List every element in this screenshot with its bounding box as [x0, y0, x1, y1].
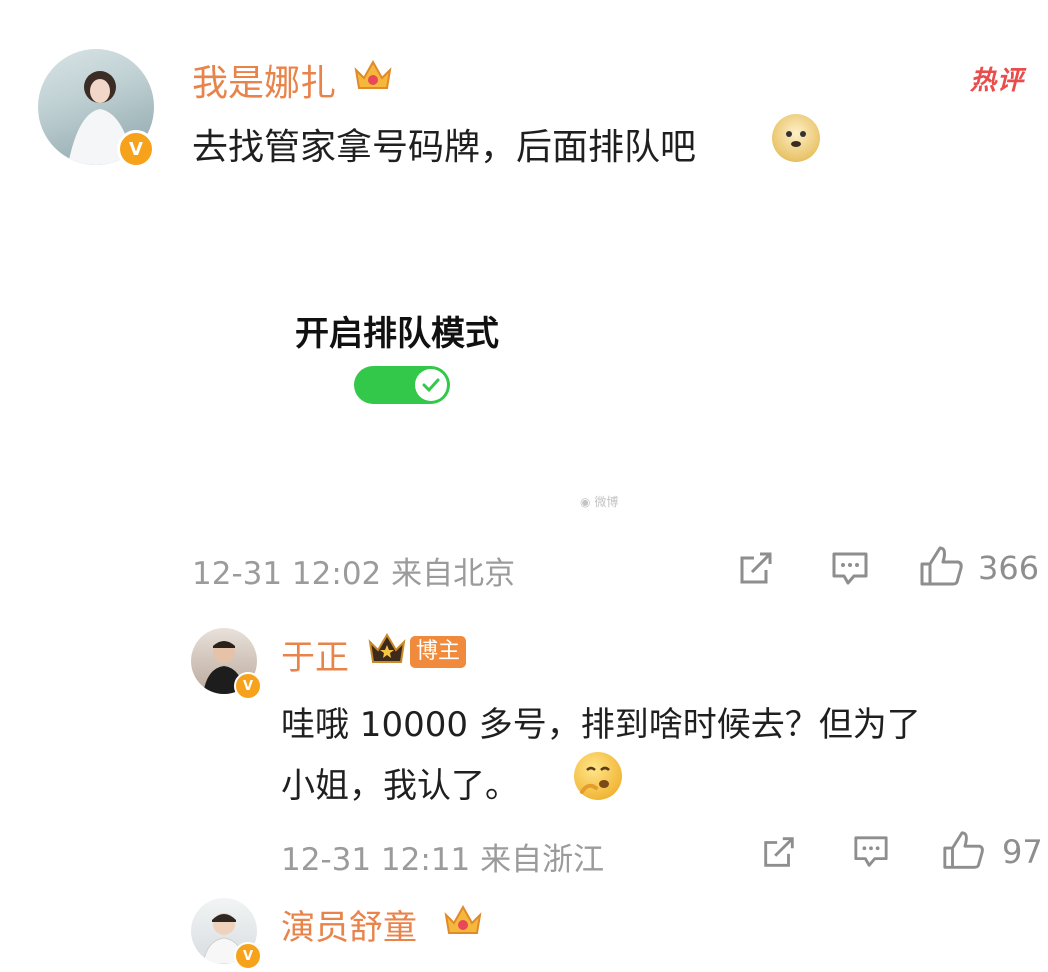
- crown-badge-icon: [354, 59, 392, 89]
- verified-badge-icon: V: [234, 942, 262, 970]
- reply-icon[interactable]: [852, 834, 890, 870]
- like-icon[interactable]: [941, 828, 987, 872]
- share-icon[interactable]: [736, 548, 776, 588]
- blogger-badge: 博主: [410, 636, 467, 668]
- toggle-knob: [415, 369, 447, 401]
- comment-username[interactable]: 我是娜扎: [192, 54, 336, 106]
- comment-text: 去找管家拿号码牌，后面排队吧: [192, 127, 697, 168]
- reply-username[interactable]: 演员舒童: [281, 900, 417, 949]
- share-icon[interactable]: [760, 833, 798, 871]
- crown-star-icon: [368, 633, 406, 663]
- reply-like-count: 97: [1002, 833, 1043, 871]
- verified-badge-icon: V: [117, 130, 155, 168]
- weibo-watermark: ◉ 微博: [580, 495, 619, 509]
- doge-emoji-icon: [772, 114, 820, 162]
- reply-icon[interactable]: [830, 550, 870, 588]
- verified-badge-icon: V: [234, 672, 262, 700]
- crown-badge-icon: [444, 904, 482, 934]
- reply-text-line1: 哇哦 10000 多号，排到啥时候去？但为了: [281, 705, 921, 745]
- reply-text-line2: 小姐，我认了。: [281, 766, 519, 806]
- like-icon[interactable]: [918, 544, 966, 588]
- weibo-watermark-icon: ◉: [580, 495, 591, 509]
- thinking-emoji-icon: [574, 752, 622, 800]
- hot-comment-badge: 热评: [970, 66, 1025, 96]
- queue-mode-toggle[interactable]: [354, 366, 450, 404]
- comment-timestamp: 12-31 12:02 来自北京: [192, 556, 516, 592]
- queue-mode-label: 开启排队模式: [295, 314, 499, 354]
- like-count: 366: [978, 549, 1040, 587]
- check-icon: [422, 378, 440, 393]
- reply-username[interactable]: 于正: [281, 630, 349, 679]
- reply-timestamp: 12-31 12:11 来自浙江: [281, 842, 605, 878]
